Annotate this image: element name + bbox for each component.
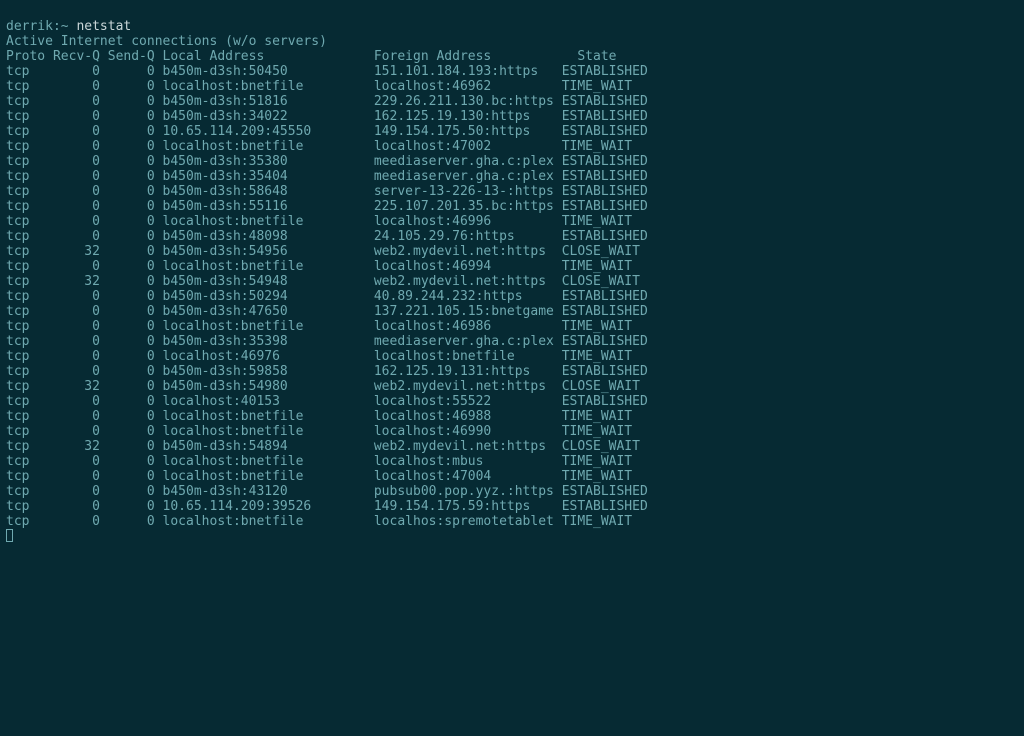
- connections-header: Active Internet connections (w/o servers…: [6, 34, 327, 49]
- prompt-path: ~: [61, 19, 69, 34]
- prompt-line: derrik:~ netstat: [6, 19, 131, 34]
- cursor-icon: [6, 529, 13, 542]
- terminal-output[interactable]: derrik:~ netstat Active Internet connect…: [0, 0, 1024, 548]
- netstat-rows: tcp 0 0 b450m-d3sh:50450 151.101.184.193…: [6, 64, 648, 529]
- command-text: netstat: [76, 19, 131, 34]
- prompt-user: derrik: [6, 19, 53, 34]
- column-headers: Proto Recv-Q Send-Q Local Address Foreig…: [6, 49, 616, 64]
- prompt-sep: :: [53, 19, 61, 34]
